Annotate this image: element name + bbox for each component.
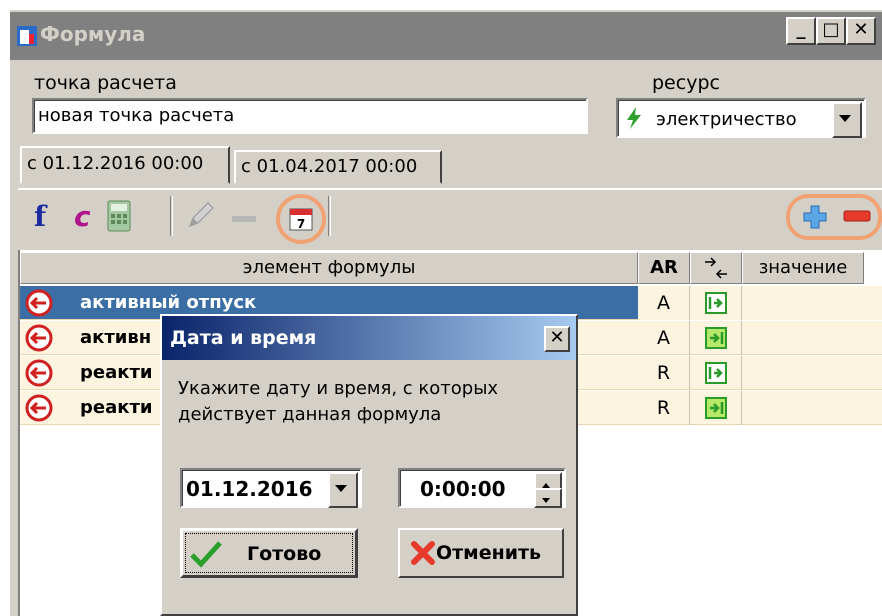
function-icon[interactable]: f: [34, 200, 56, 236]
window-title: Формула: [40, 22, 146, 46]
row-direction: [690, 321, 742, 355]
point-input-value: новая точка расчета: [38, 105, 235, 126]
resource-label: ресурс: [652, 72, 720, 94]
direction-out-icon: [704, 327, 727, 349]
row-name: реакти: [80, 362, 153, 383]
checkmark-icon: [190, 541, 222, 568]
date-dropdown-button[interactable]: [328, 472, 358, 508]
lightning-icon: [627, 107, 641, 129]
tab-date-2[interactable]: с 01.04.2017 00:00: [234, 150, 442, 184]
svg-text:7: 7: [297, 217, 305, 231]
header-ar[interactable]: AR: [638, 252, 690, 284]
input-arrow-icon: [25, 394, 53, 422]
direction-in-icon: [704, 292, 727, 314]
resource-select[interactable]: электричество: [616, 98, 866, 138]
row-name: реакти: [80, 397, 153, 418]
tab-date-1[interactable]: с 01.12.2016 00:00: [20, 146, 230, 184]
resource-dropdown-button[interactable]: [832, 102, 862, 138]
resource-value: электричество: [656, 109, 797, 130]
cancel-label: Отменить: [436, 542, 542, 564]
ok-label: Готово: [247, 543, 322, 565]
header-element[interactable]: элемент формулы: [20, 252, 638, 284]
cancel-button[interactable]: Отменить: [398, 528, 564, 578]
chevron-down-icon: [839, 115, 851, 122]
toolbar-separator: [170, 196, 173, 236]
app-icon: [17, 26, 37, 46]
row-ar: R: [638, 356, 690, 390]
dialog-message-line1: Укажите дату и время, с которых: [178, 378, 499, 399]
minimize-button[interactable]: _: [786, 17, 816, 45]
dialog-message-line2: действует данная формула: [178, 404, 442, 425]
point-input[interactable]: новая точка расчета: [32, 98, 588, 134]
header-direction[interactable]: [690, 252, 742, 284]
plus-icon[interactable]: [802, 204, 828, 230]
date-picker[interactable]: 01.12.2016: [180, 468, 362, 508]
row-direction: [690, 391, 742, 425]
direction-header-icon: [705, 257, 727, 279]
header-value[interactable]: значение: [742, 252, 864, 284]
row-name: активн: [80, 327, 152, 348]
input-arrow-icon: [25, 359, 53, 387]
constant-icon[interactable]: c: [74, 200, 96, 236]
row-value: [742, 391, 882, 425]
row-direction: [690, 356, 742, 390]
chevron-down-icon: [335, 485, 347, 492]
row-value: [742, 321, 882, 355]
calculator-icon[interactable]: [106, 200, 132, 232]
time-down-button[interactable]: [534, 488, 562, 508]
remove-icon[interactable]: [842, 208, 872, 224]
row-ar: R: [638, 391, 690, 425]
close-button[interactable]: ✕: [846, 17, 876, 45]
date-value: 01.12.2016: [186, 477, 313, 501]
row-ar: A: [638, 321, 690, 355]
dialog-close-button[interactable]: ✕: [544, 326, 570, 352]
input-arrow-icon: [25, 324, 53, 352]
minus-icon[interactable]: [232, 216, 256, 222]
calendar-icon[interactable]: 7: [288, 206, 314, 232]
row-value: [742, 356, 882, 390]
time-value: 0:00:00: [420, 477, 506, 501]
input-arrow-icon: [25, 289, 53, 317]
row-ar: A: [638, 286, 690, 320]
dialog-title: Дата и время: [170, 327, 317, 349]
point-label: точка расчета: [34, 72, 177, 94]
tab-divider: [18, 188, 882, 190]
time-input[interactable]: 0:00:00: [398, 468, 566, 508]
direction-out-icon: [704, 397, 727, 419]
cancel-x-icon: [411, 541, 435, 565]
direction-in-icon: [704, 362, 727, 384]
pencil-icon[interactable]: [184, 200, 216, 232]
chevron-down-icon: [542, 498, 550, 503]
maximize-button[interactable]: □: [816, 17, 846, 45]
row-direction: [690, 286, 742, 320]
toolbar-separator-2: [328, 196, 331, 236]
ok-button[interactable]: Готово: [180, 528, 358, 578]
row-value: [742, 286, 882, 320]
